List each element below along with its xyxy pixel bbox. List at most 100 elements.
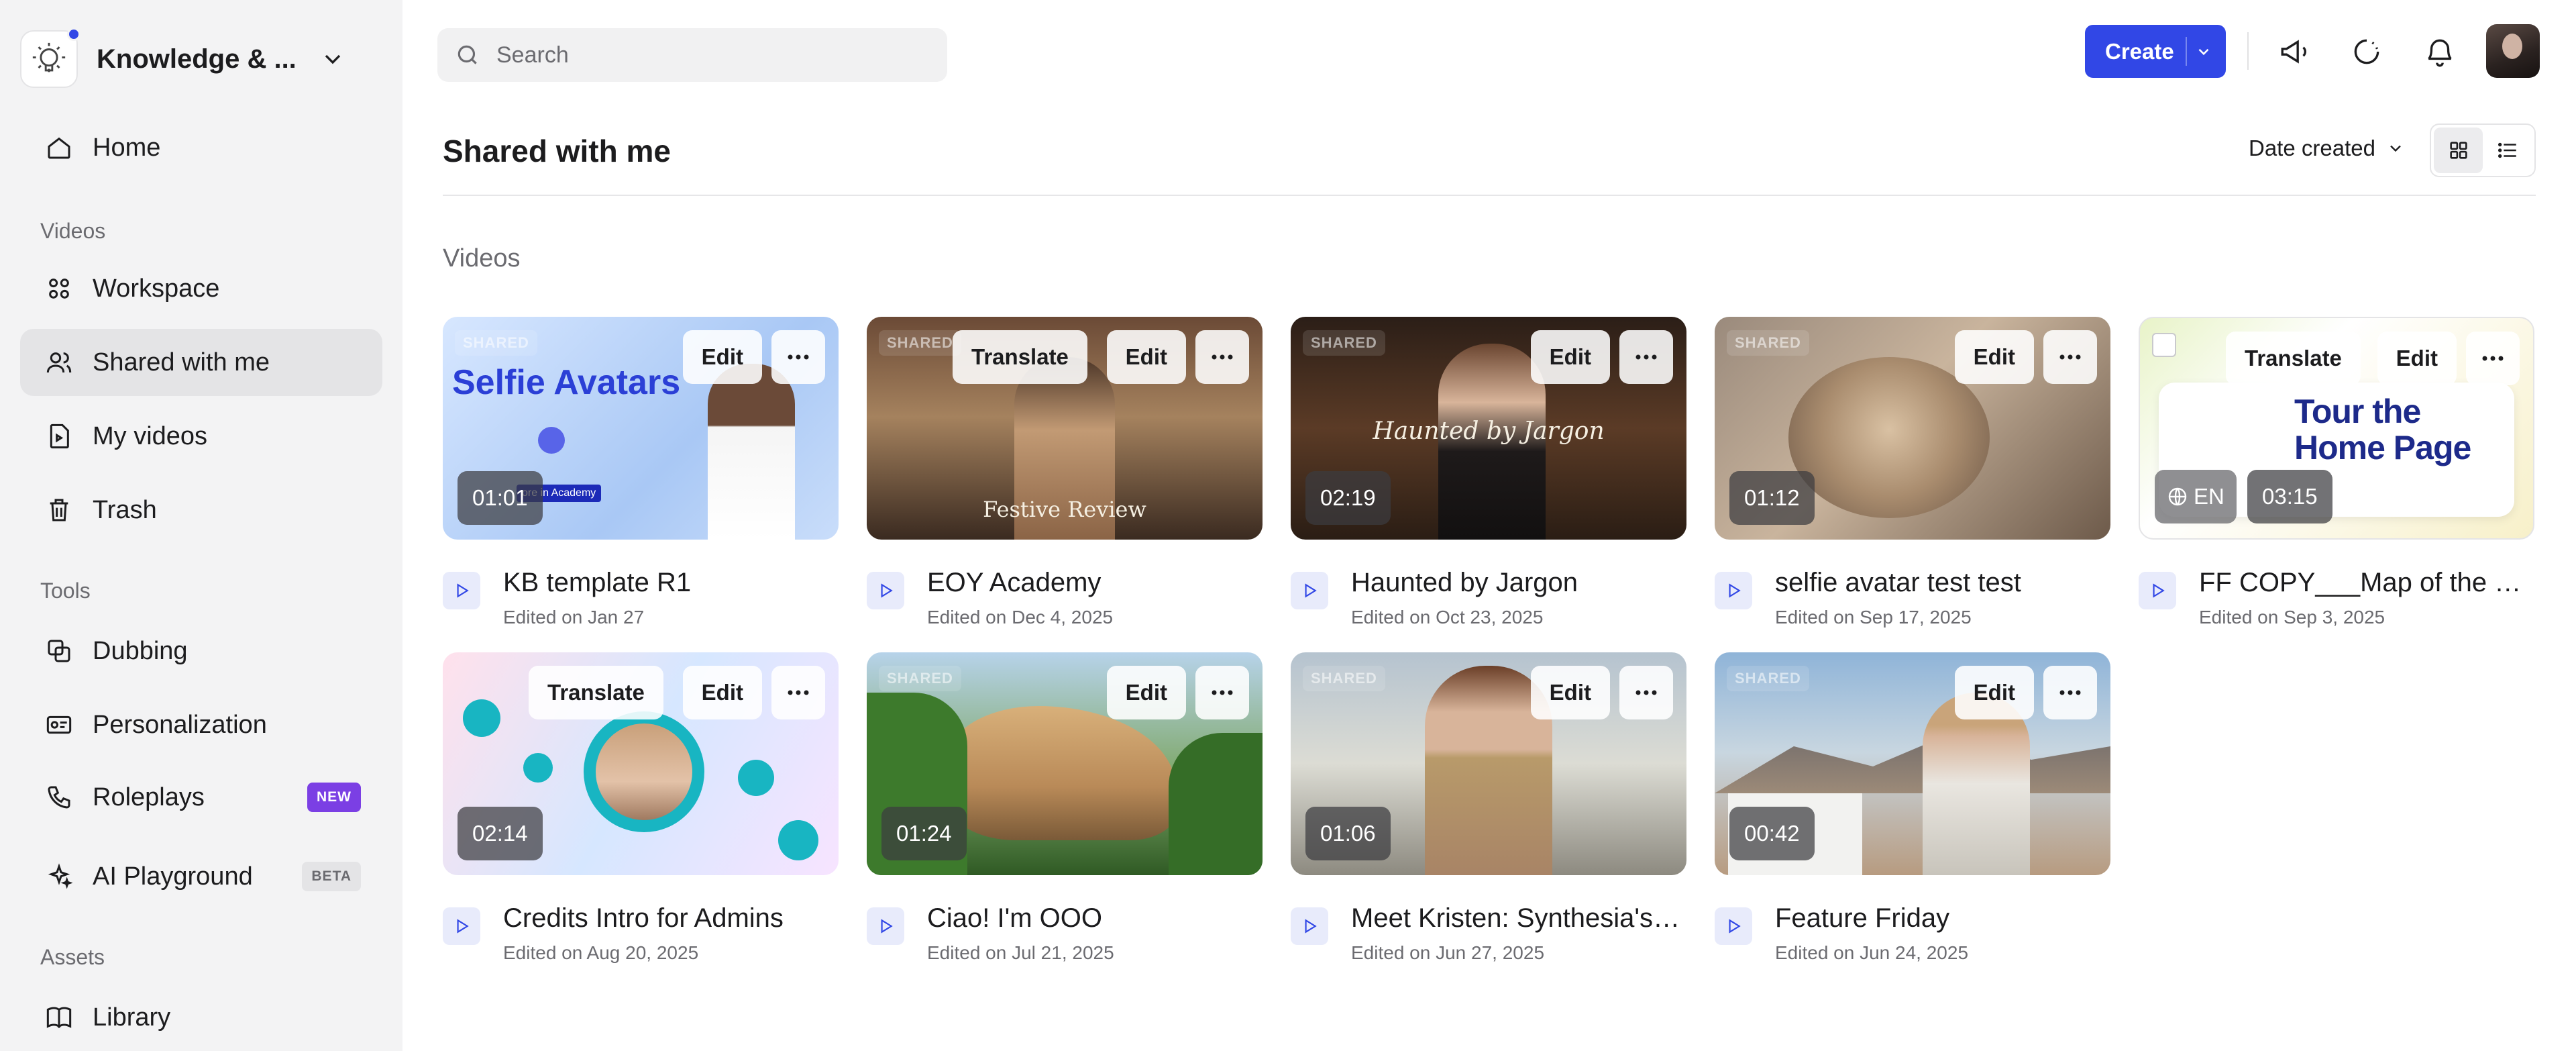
sidebar-item-label: Shared with me bbox=[93, 348, 270, 377]
video-title[interactable]: EOY Academy bbox=[927, 568, 1263, 598]
video-title[interactable]: FF COPY___Map of the Home Page bbox=[2199, 568, 2534, 598]
more-horizontal-icon bbox=[2059, 354, 2081, 360]
video-title[interactable]: Ciao! I'm OOO bbox=[927, 903, 1263, 934]
video-thumbnail[interactable]: SHARED Edit 01:06 bbox=[1291, 652, 1686, 875]
translate-button[interactable]: Translate bbox=[953, 330, 1087, 384]
play-button[interactable] bbox=[1291, 907, 1328, 945]
play-icon bbox=[1729, 583, 1741, 598]
edit-button[interactable]: Edit bbox=[2377, 332, 2457, 385]
video-thumbnail[interactable]: SHARED Haunted by Jargon Edit 02:19 bbox=[1291, 317, 1686, 540]
more-options-button[interactable] bbox=[771, 666, 825, 719]
edit-button[interactable]: Edit bbox=[1106, 666, 1186, 719]
edit-button[interactable]: Edit bbox=[1954, 330, 2034, 384]
edit-button[interactable]: Edit bbox=[1530, 666, 1610, 719]
video-thumbnail[interactable]: SHARED Edit 01:12 bbox=[1715, 317, 2110, 540]
play-button[interactable] bbox=[1291, 572, 1328, 609]
card-meta: Ciao! I'm OOO Edited on Jul 21, 2025 bbox=[867, 903, 1263, 964]
edit-button[interactable]: Edit bbox=[1530, 330, 1610, 384]
shared-tag: SHARED bbox=[1303, 330, 1385, 356]
more-options-button[interactable] bbox=[1195, 330, 1249, 384]
thumbnail-caption: Haunted by Jargon bbox=[1373, 417, 1605, 445]
video-title[interactable]: selfie avatar test test bbox=[1775, 568, 2110, 598]
view-toggle bbox=[2430, 123, 2536, 177]
avatar-face bbox=[2502, 34, 2522, 59]
sort-dropdown[interactable]: Date created bbox=[2249, 136, 2405, 161]
header-divider bbox=[443, 195, 2536, 196]
video-card: SHARED Festive Review Translate Edit EOY… bbox=[867, 317, 1263, 628]
play-button[interactable] bbox=[1715, 572, 1752, 609]
card-meta: selfie avatar test test Edited on Sep 17… bbox=[1715, 568, 2110, 628]
shared-tag: SHARED bbox=[1303, 666, 1385, 691]
edit-button[interactable]: Edit bbox=[682, 666, 762, 719]
create-button[interactable]: Create bbox=[2085, 25, 2226, 78]
video-thumbnail[interactable]: SHARED Festive Review Translate Edit bbox=[867, 317, 1263, 540]
more-options-button[interactable] bbox=[1195, 666, 1249, 719]
more-options-button[interactable] bbox=[771, 330, 825, 384]
edit-button[interactable]: Edit bbox=[1106, 330, 1186, 384]
avatar-figure bbox=[1923, 693, 2030, 875]
video-title[interactable]: Meet Kristen: Synthesia's New Avatar bbox=[1351, 903, 1686, 934]
sidebar-item-personalization[interactable]: Personalization bbox=[20, 691, 382, 758]
video-thumbnail[interactable]: Translate Edit 02:14 bbox=[443, 652, 839, 875]
search-input[interactable] bbox=[496, 42, 899, 68]
video-thumbnail[interactable]: SHARED Edit 00:42 bbox=[1715, 652, 2110, 875]
more-options-button[interactable] bbox=[1619, 330, 1673, 384]
workspace-switcher[interactable]: Knowledge & ... bbox=[20, 26, 369, 93]
grid-view-button[interactable] bbox=[2434, 128, 2483, 173]
edit-button[interactable]: Edit bbox=[682, 330, 762, 384]
sidebar-item-roleplays[interactable]: Roleplays NEW bbox=[20, 764, 382, 831]
bell-icon[interactable] bbox=[2423, 35, 2457, 68]
more-horizontal-icon bbox=[2059, 690, 2081, 695]
sidebar-item-my-videos[interactable]: My videos bbox=[20, 403, 382, 470]
more-options-button[interactable] bbox=[2043, 330, 2097, 384]
video-thumbnail[interactable]: Tour the Home Page Translate Edit EN 03:… bbox=[2139, 317, 2534, 540]
chevron-down-icon[interactable] bbox=[2195, 43, 2212, 60]
video-title[interactable]: KB template R1 bbox=[503, 568, 839, 598]
avatar[interactable] bbox=[2486, 24, 2540, 78]
list-view-button[interactable] bbox=[2483, 128, 2532, 173]
language-badge: EN bbox=[2155, 470, 2237, 523]
play-button[interactable] bbox=[867, 572, 904, 609]
sidebar-item-home[interactable]: Home bbox=[20, 114, 382, 181]
sidebar-item-shared-with-me[interactable]: Shared with me bbox=[20, 329, 382, 396]
card-meta: Credits Intro for Admins Edited on Aug 2… bbox=[443, 903, 839, 964]
play-button[interactable] bbox=[867, 907, 904, 945]
card-meta: KB template R1 Edited on Jan 27 bbox=[443, 568, 839, 628]
select-checkbox[interactable] bbox=[2152, 333, 2176, 357]
video-thumbnail[interactable]: SHARED Edit 01:24 bbox=[867, 652, 1263, 875]
edit-button[interactable]: Edit bbox=[1954, 666, 2034, 719]
play-button[interactable] bbox=[443, 907, 480, 945]
sidebar-item-trash[interactable]: Trash bbox=[20, 477, 382, 544]
more-horizontal-icon bbox=[1212, 354, 1233, 360]
video-card: Tour the Home Page Translate Edit EN 03:… bbox=[2139, 317, 2534, 628]
shared-tag: SHARED bbox=[455, 330, 537, 356]
more-options-button[interactable] bbox=[2466, 332, 2520, 385]
video-title[interactable]: Haunted by Jargon bbox=[1351, 568, 1686, 598]
sidebar-item-label: AI Playground bbox=[93, 862, 253, 891]
sidebar-item-library[interactable]: Library bbox=[20, 984, 382, 1051]
video-title[interactable]: Credits Intro for Admins bbox=[503, 903, 839, 934]
play-button[interactable] bbox=[1715, 907, 1752, 945]
search-bar[interactable] bbox=[437, 28, 947, 82]
thumbnail-caption: Festive Review bbox=[983, 497, 1146, 522]
translate-button[interactable]: Translate bbox=[529, 666, 663, 719]
app: Knowledge & ... Home Videos Workspace Sh… bbox=[0, 0, 2576, 1051]
play-icon bbox=[881, 919, 893, 934]
sparkles-icon bbox=[48, 863, 72, 889]
more-horizontal-icon bbox=[1212, 690, 1233, 695]
sidebar-item-workspace[interactable]: Workspace bbox=[20, 255, 382, 322]
video-card: SHARED Edit 01:12 selfie avatar test tes… bbox=[1715, 317, 2110, 628]
spinner-icon[interactable] bbox=[2350, 35, 2383, 68]
video-thumbnail[interactable]: SHARED Selfie Avatars ore in Academy Edi… bbox=[443, 317, 839, 540]
video-card: SHARED Edit 01:24 Ciao! I'm OOO Edited o… bbox=[867, 652, 1263, 964]
globe-icon bbox=[2168, 487, 2187, 506]
sidebar-item-dubbing[interactable]: Dubbing bbox=[20, 617, 382, 685]
more-options-button[interactable] bbox=[2043, 666, 2097, 719]
video-title[interactable]: Feature Friday bbox=[1775, 903, 2110, 934]
megaphone-icon[interactable] bbox=[2278, 35, 2312, 68]
play-button[interactable] bbox=[443, 572, 480, 609]
sidebar-item-ai-playground[interactable]: AI Playground BETA bbox=[20, 843, 382, 910]
play-button[interactable] bbox=[2139, 572, 2176, 609]
translate-button[interactable]: Translate bbox=[2226, 332, 2361, 385]
more-options-button[interactable] bbox=[1619, 666, 1673, 719]
